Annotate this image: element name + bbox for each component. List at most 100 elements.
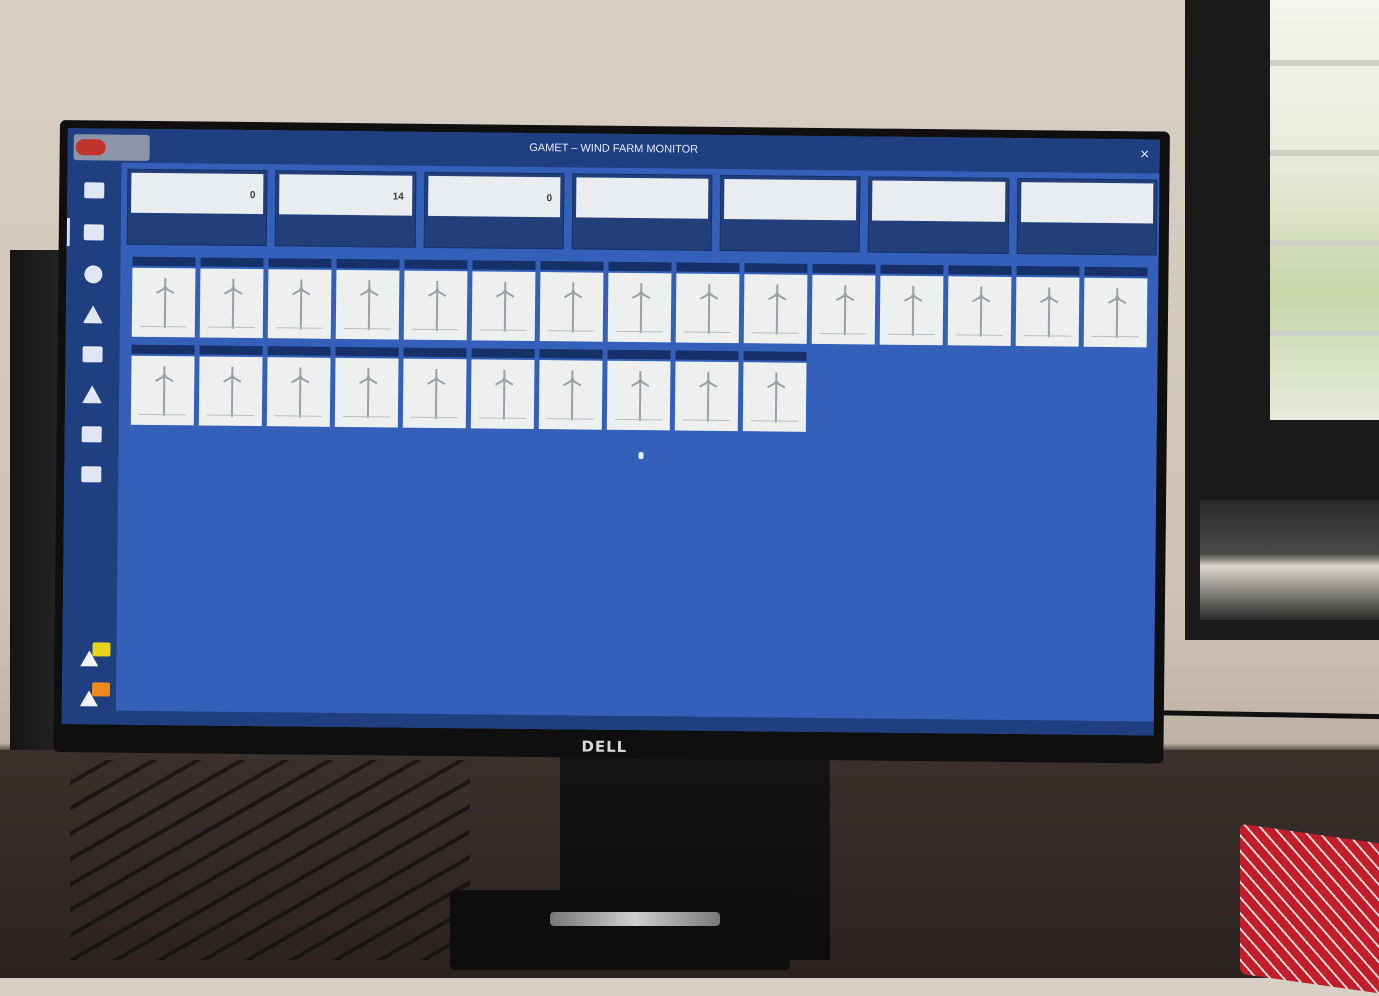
turbine-tile-label [472,260,536,270]
turbine-tile-body [335,269,400,340]
wind-turbine-icon [625,371,656,422]
turbine-tile[interactable] [402,347,467,429]
kpi-value: 0 [427,175,561,218]
kpi-label [134,236,258,237]
turbine-tile[interactable] [947,265,1012,346]
turbine-tile[interactable] [743,263,808,344]
turbine-tile[interactable] [130,344,195,426]
warning-alert[interactable] [80,642,114,670]
turbine-tile-label [675,350,739,361]
turbine-tile-label [607,349,671,360]
turbine-icon [82,305,104,324]
nav-server[interactable] [75,416,109,452]
alarm-badge [91,682,111,697]
turbine-tile[interactable] [879,264,944,346]
turbine-tile[interactable] [742,351,807,432]
wind-turbine-icon [285,367,316,418]
kpi-value: 0 [131,172,264,215]
turbine-tile[interactable] [198,345,263,427]
nav-dashboard[interactable] [77,172,111,208]
monitor-brand-logo: DELL [581,737,628,756]
turbine-tile-label [608,261,672,272]
nav-turbines[interactable] [76,296,110,332]
upload-icon [82,385,103,404]
turbine-tile[interactable] [199,257,264,339]
turbine-tile-body [199,268,264,339]
turbine-tile-body [1015,277,1080,347]
kpi-value [1020,182,1154,224]
kpi-label [430,239,554,240]
turbine-tile-label [812,263,876,274]
turbine-tile[interactable] [470,348,535,429]
app-screen: GAMET – WIND FARM MONITOR ✕ 0 14 0 [61,128,1160,736]
wind-turbine-icon [1102,288,1133,339]
turbine-tile[interactable] [606,349,671,431]
dashboard-icon [84,182,105,199]
turbine-tile[interactable] [674,350,739,432]
kpi-card[interactable]: 14 [274,170,417,248]
status-bar [61,710,1154,736]
monitor: DELL GAMET – WIND FARM MONITOR ✕ 0 14 0 [53,120,1170,764]
wind-turbine-icon [218,278,249,329]
turbine-tile-body [538,360,603,430]
turbine-tile-body [266,357,331,427]
turbine-tile-label [1016,266,1080,276]
nav-monitor[interactable] [74,456,108,492]
turbine-tile[interactable] [266,346,331,427]
wind-turbine-icon [898,285,929,336]
kpi-card[interactable] [1016,178,1158,256]
turbine-tile[interactable] [403,259,468,341]
window-bar [1270,60,1379,66]
turbine-tile-label [744,263,808,273]
wind-turbine-icon [149,366,180,417]
turbine-tile[interactable] [811,263,876,345]
turbine-tile-label [1084,266,1148,277]
turbine-tile[interactable] [267,258,332,339]
turbine-tile[interactable] [539,261,604,342]
wind-turbine-icon [558,282,589,333]
turbine-tile[interactable] [607,261,672,343]
nav-globe[interactable] [76,256,110,292]
kpi-card[interactable] [719,174,861,253]
turbine-tile-body [1083,277,1148,348]
kpi-card[interactable]: 0 [423,171,565,250]
turbine-tile[interactable] [1083,266,1148,348]
wind-turbine-icon [830,285,861,336]
wind-turbine-icon [422,280,453,331]
close-icon[interactable]: ✕ [1140,147,1150,161]
kpi-value [872,180,1006,222]
kpi-value [724,178,857,221]
wind-turbine-icon [694,283,725,334]
alarm-alert[interactable] [79,682,114,710]
turbine-tile[interactable] [538,349,603,430]
turbine-tile-label [880,264,944,275]
window-bar [1270,330,1379,336]
kpi-card[interactable]: 0 [126,168,268,247]
nav-upload[interactable] [75,376,109,412]
wind-turbine-icon [626,283,657,334]
turbine-tile[interactable] [1015,266,1080,347]
turbine-tile-label [199,345,263,356]
tile-baseline [207,326,255,329]
tile-baseline [1023,335,1071,337]
kpi-label [1023,245,1147,246]
turbine-tile[interactable] [131,256,196,338]
turbine-tile-label [404,259,468,270]
wind-turbine-icon [489,369,520,420]
nav-list[interactable] [77,214,111,250]
turbine-tile[interactable] [335,258,400,340]
turbine-tile[interactable] [471,260,536,341]
turbine-tile[interactable] [675,262,740,344]
title-bar: GAMET – WIND FARM MONITOR ✕ [67,128,1160,174]
window-title: GAMET – WIND FARM MONITOR [529,141,699,156]
turbine-tile-label [268,258,332,268]
turbine-tile-body [471,271,536,341]
kpi-card[interactable] [571,173,713,251]
turbine-tile[interactable] [334,346,399,428]
kpi-card[interactable] [868,176,1010,254]
turbine-tile-label [948,265,1012,275]
nav-grid[interactable] [75,336,109,372]
server-icon [81,426,102,443]
tile-baseline [342,415,390,418]
turbine-tile-body [198,356,263,427]
